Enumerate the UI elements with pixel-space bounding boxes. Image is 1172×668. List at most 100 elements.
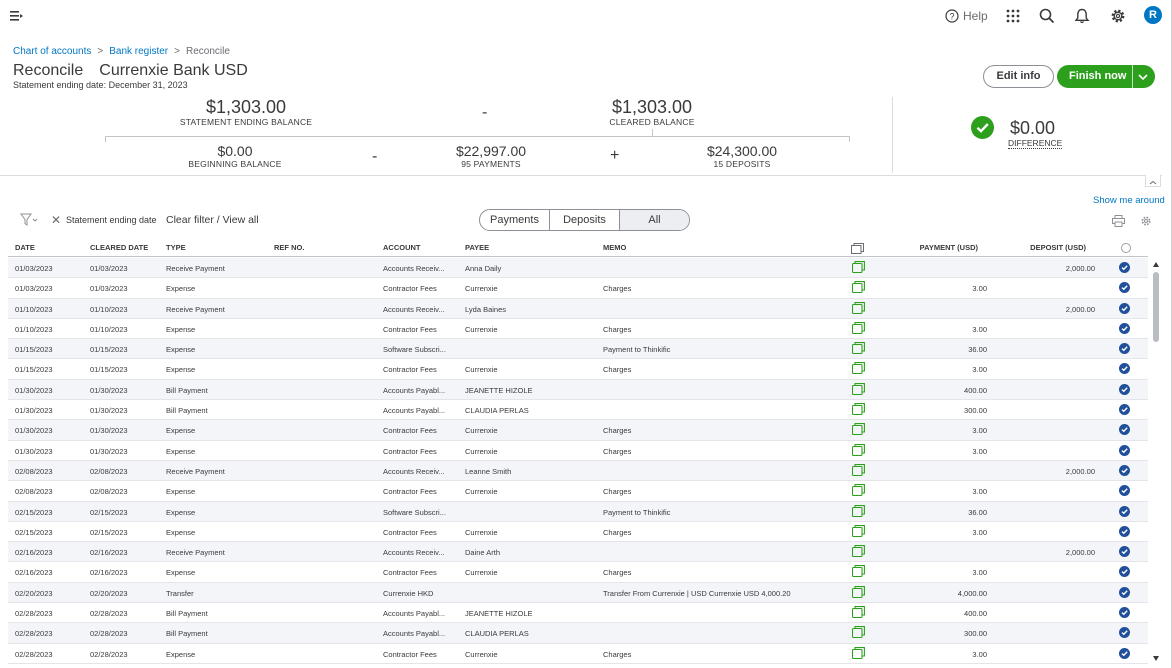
tab-all[interactable]: All (620, 210, 689, 230)
select-all-checkbox[interactable] (1121, 243, 1131, 253)
filter-icon[interactable] (20, 213, 38, 227)
table-row[interactable]: 02/08/2023 02/08/2023 Expense Contractor Fe… (8, 481, 1148, 502)
menu-icon[interactable] (9, 8, 25, 24)
table-row[interactable]: 02/16/2023 02/16/2023 Expense Contractor Fe… (8, 562, 1148, 583)
table-row[interactable]: 01/30/2023 01/30/2023 Bill Payment Accounts… (8, 379, 1148, 401)
document-icon[interactable] (851, 281, 865, 294)
apps-grid-icon[interactable] (1004, 7, 1022, 25)
col-payee[interactable]: PAYEE (465, 243, 489, 252)
table-settings-icon[interactable] (1140, 215, 1152, 227)
col-payment[interactable]: PAYMENT (USD) (920, 243, 978, 252)
table-row[interactable]: 01/10/2023 01/10/2023 Expense Contractor Fe… (8, 319, 1148, 340)
table-row[interactable]: 02/08/2023 02/08/2023 Receive Payment Accou… (8, 460, 1148, 482)
document-icon[interactable] (851, 626, 865, 639)
show-me-around-link[interactable]: Show me around (1093, 195, 1165, 206)
cleared-check-icon[interactable] (1119, 647, 1130, 659)
document-icon[interactable] (851, 585, 865, 598)
table-row[interactable]: 01/15/2023 01/15/2023 Expense Software Subs… (8, 339, 1148, 360)
document-icon[interactable] (851, 646, 865, 659)
table-row[interactable]: 01/15/2023 01/15/2023 Expense Contractor Fe… (8, 359, 1148, 380)
document-icon[interactable] (851, 342, 865, 355)
avatar[interactable]: R (1144, 6, 1162, 24)
close-icon[interactable]: ✕ (51, 213, 61, 227)
document-icon[interactable] (851, 565, 865, 578)
table-scrollbar[interactable] (1150, 258, 1162, 663)
document-icon[interactable] (851, 382, 865, 395)
cell-payment: 300.00 (964, 629, 987, 639)
breadcrumb-bank-register[interactable]: Bank register (109, 46, 168, 57)
col-ref-no[interactable]: REF NO. (274, 243, 304, 252)
cleared-check-icon[interactable] (1119, 464, 1130, 476)
statement-ending-balance: $1,303.00 STATEMENT ENDING BALANCE (165, 97, 327, 127)
cleared-check-icon[interactable] (1119, 444, 1130, 456)
col-account[interactable]: ACCOUNT (383, 243, 421, 252)
document-icon[interactable] (851, 301, 865, 314)
tab-deposits[interactable]: Deposits (550, 210, 620, 230)
scroll-thumb[interactable] (1153, 272, 1159, 342)
document-icon[interactable] (851, 484, 865, 497)
document-icon[interactable] (851, 423, 865, 436)
cleared-check-icon[interactable] (1119, 282, 1130, 294)
cleared-check-icon[interactable] (1119, 607, 1130, 619)
document-icon[interactable] (851, 362, 865, 375)
col-date[interactable]: DATE (15, 243, 35, 252)
cleared-check-icon[interactable] (1119, 485, 1130, 497)
tab-payments[interactable]: Payments (480, 210, 550, 230)
document-icon[interactable] (851, 443, 865, 456)
print-icon[interactable] (1112, 215, 1125, 227)
col-memo[interactable]: MEMO (603, 243, 626, 252)
document-icon[interactable] (851, 403, 865, 416)
table-row[interactable]: 02/15/2023 02/15/2023 Expense Contractor Fe… (8, 522, 1148, 543)
table-row[interactable]: 01/03/2023 01/03/2023 Receive Payment Accou… (8, 258, 1148, 279)
table-row[interactable]: 01/30/2023 01/30/2023 Expense Contractor Fe… (8, 441, 1148, 461)
col-type[interactable]: TYPE (166, 243, 186, 252)
table-row[interactable]: 01/30/2023 01/30/2023 Bill Payment Accounts… (8, 400, 1148, 421)
table-row[interactable]: 02/28/2023 02/28/2023 Bill Payment Accounts… (8, 623, 1148, 644)
document-icon[interactable] (851, 464, 865, 477)
document-icon[interactable] (851, 504, 865, 517)
table-row[interactable]: 01/10/2023 01/10/2023 Receive Payment Accou… (8, 298, 1148, 319)
bell-icon[interactable] (1073, 7, 1091, 25)
cleared-check-icon[interactable] (1119, 525, 1130, 537)
cleared-check-icon[interactable] (1119, 627, 1130, 639)
clear-filter-link[interactable]: Clear filter / View all (166, 214, 259, 226)
document-icon[interactable] (851, 606, 865, 619)
cell-date: 01/30/2023 (15, 446, 53, 456)
help-button[interactable]: ? Help (945, 7, 988, 25)
chevron-down-icon[interactable] (1137, 72, 1149, 82)
table-row[interactable]: 01/03/2023 01/03/2023 Expense Contractor Fe… (8, 278, 1148, 299)
table-row[interactable]: 02/15/2023 02/15/2023 Expense Software Subs… (8, 501, 1148, 522)
breadcrumb-chart-of-accounts[interactable]: Chart of accounts (13, 46, 91, 57)
collapse-summary-button[interactable] (1145, 175, 1161, 187)
cleared-check-icon[interactable] (1119, 404, 1130, 416)
finish-now-button[interactable]: Finish now (1057, 65, 1155, 88)
table-row[interactable]: 01/30/2023 01/30/2023 Expense Contractor Fe… (8, 420, 1148, 441)
table-row[interactable]: 02/20/2023 02/20/2023 Transfer Currenxie HK… (8, 582, 1148, 604)
table-row[interactable]: 02/28/2023 02/28/2023 Bill Payment Accounts… (8, 603, 1148, 624)
scroll-down-arrow[interactable] (1153, 656, 1159, 661)
cleared-check-icon[interactable] (1119, 363, 1130, 375)
cleared-check-icon[interactable] (1119, 566, 1130, 578)
gear-icon[interactable] (1109, 7, 1127, 25)
cleared-check-icon[interactable] (1119, 322, 1130, 334)
document-icon[interactable] (851, 524, 865, 537)
scroll-up-arrow[interactable] (1153, 262, 1159, 267)
cleared-check-icon[interactable] (1119, 505, 1130, 517)
col-deposit[interactable]: DEPOSIT (USD) (1030, 243, 1086, 252)
edit-info-button[interactable]: Edit info (983, 65, 1054, 88)
cleared-check-icon[interactable] (1119, 343, 1130, 355)
search-icon[interactable] (1038, 7, 1056, 25)
table-row[interactable]: 02/28/2023 02/28/2023 Expense Contractor Fe… (8, 644, 1148, 664)
cleared-check-icon[interactable] (1119, 586, 1130, 598)
cleared-check-icon[interactable] (1119, 546, 1130, 558)
document-icon[interactable] (851, 545, 865, 558)
col-cleared-date[interactable]: CLEARED DATE (90, 243, 148, 252)
cleared-check-icon[interactable] (1119, 383, 1130, 395)
cleared-check-icon[interactable] (1119, 424, 1130, 436)
cleared-check-icon[interactable] (1119, 302, 1130, 314)
document-icon[interactable] (851, 261, 865, 274)
document-icon[interactable] (851, 321, 865, 334)
table-row[interactable]: 02/16/2023 02/16/2023 Receive Payment Accou… (8, 542, 1148, 563)
cell-date: 01/30/2023 (15, 426, 53, 436)
cleared-check-icon[interactable] (1119, 262, 1130, 273)
